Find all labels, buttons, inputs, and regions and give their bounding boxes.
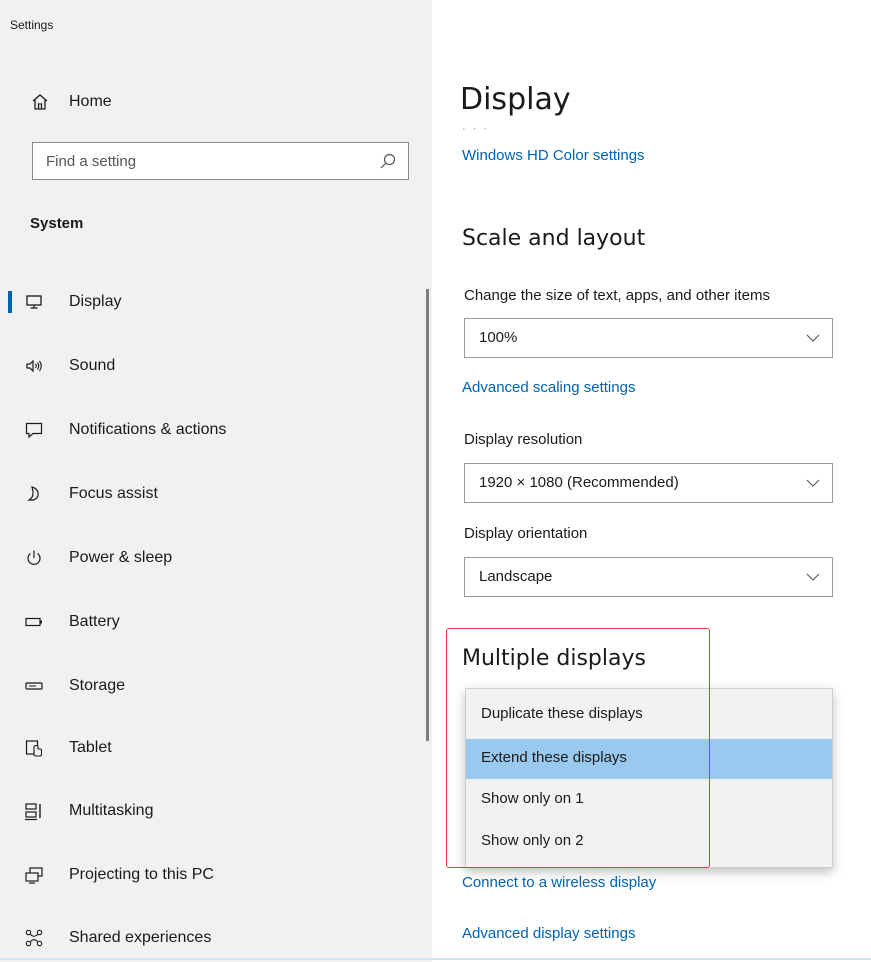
app-title: Settings (10, 18, 54, 32)
speaker-icon (26, 359, 42, 373)
multitasking-icon (25, 803, 41, 821)
home-label: Home (69, 93, 112, 110)
chevron-down-icon (806, 334, 820, 342)
option-duplicate[interactable]: Duplicate these displays (466, 695, 832, 735)
hd-color-settings-link[interactable]: Windows HD Color settings (462, 147, 645, 164)
sidebar-item-label: Notifications & actions (69, 421, 227, 438)
notification-icon (25, 422, 43, 439)
sidebar: Settings Home System Display (0, 0, 432, 962)
sidebar-item-label: Projecting to this PC (69, 866, 214, 883)
clipped-text: · · · (462, 123, 490, 135)
multiple-displays-heading: Multiple displays (462, 646, 646, 671)
chevron-down-icon (806, 479, 820, 487)
advanced-display-link[interactable]: Advanced display settings (462, 925, 635, 942)
sidebar-item-projecting[interactable]: Projecting to this PC (0, 853, 432, 897)
home-nav[interactable]: Home (0, 82, 432, 122)
sidebar-scrollbar[interactable] (426, 289, 429, 741)
sidebar-item-label: Shared experiences (69, 929, 212, 946)
sidebar-item-label: Sound (69, 357, 116, 374)
option-extend[interactable]: Extend these displays (466, 739, 832, 779)
search-box[interactable] (32, 142, 409, 180)
settings-window: Settings Home System Display (0, 0, 871, 962)
search-icon[interactable] (379, 152, 397, 170)
shared-icon (25, 929, 43, 947)
option-show-only-1[interactable]: Show only on 1 (466, 780, 832, 820)
sidebar-item-notifications[interactable]: Notifications & actions (0, 408, 432, 452)
advanced-scaling-link[interactable]: Advanced scaling settings (462, 379, 635, 396)
sidebar-item-multitasking[interactable]: Multitasking (0, 789, 432, 833)
battery-icon (25, 617, 42, 627)
resolution-label: Display resolution (464, 431, 583, 448)
resolution-dropdown[interactable]: 1920 × 1080 (Recommended) (464, 463, 833, 503)
bottom-divider (0, 958, 871, 960)
monitor-icon (26, 295, 42, 309)
option-label: Duplicate these displays (481, 705, 643, 722)
sidebar-item-label: Tablet (69, 739, 112, 756)
sidebar-item-focus-assist[interactable]: Focus assist (0, 472, 432, 516)
selection-indicator (8, 291, 12, 313)
option-label: Extend these displays (481, 749, 627, 766)
sidebar-item-label: Multitasking (69, 802, 154, 819)
search-input[interactable] (33, 143, 363, 179)
scale-value: 100% (479, 329, 518, 346)
scale-dropdown[interactable]: 100% (464, 318, 833, 358)
sidebar-item-sound[interactable]: Sound (0, 344, 432, 388)
sidebar-item-label: Power & sleep (69, 549, 173, 566)
page-title: Display (460, 82, 571, 117)
storage-icon (25, 682, 43, 690)
option-label: Show only on 1 (481, 790, 584, 807)
orientation-label: Display orientation (464, 525, 588, 542)
section-heading: System (30, 215, 84, 232)
resolution-value: 1920 × 1080 (Recommended) (479, 474, 679, 491)
sidebar-item-tablet[interactable]: Tablet (0, 726, 432, 770)
scale-label: Change the size of text, apps, and other… (464, 287, 771, 304)
projecting-icon (25, 867, 43, 884)
sidebar-item-label: Display (69, 293, 122, 310)
orientation-value: Landscape (479, 568, 553, 585)
sidebar-item-power-sleep[interactable]: Power & sleep (0, 536, 432, 580)
chevron-down-icon (806, 573, 820, 581)
orientation-dropdown[interactable]: Landscape (464, 557, 833, 597)
sidebar-item-label: Battery (69, 613, 120, 630)
moon-icon (27, 486, 39, 501)
sidebar-item-shared-experiences[interactable]: Shared experiences (0, 916, 432, 960)
tablet-icon (25, 740, 43, 757)
option-show-only-2[interactable]: Show only on 2 (466, 822, 832, 862)
sidebar-item-battery[interactable]: Battery (0, 600, 432, 644)
scale-layout-heading: Scale and layout (462, 226, 646, 251)
sidebar-item-display[interactable]: Display (0, 280, 432, 324)
power-icon (27, 550, 41, 565)
multiple-displays-options[interactable]: Duplicate these displays Extend these di… (465, 688, 833, 868)
wireless-display-link[interactable]: Connect to a wireless display (462, 874, 656, 891)
option-label: Show only on 2 (481, 832, 584, 849)
sidebar-item-storage[interactable]: Storage (0, 664, 432, 708)
sidebar-item-label: Storage (69, 677, 126, 694)
sidebar-item-label: Focus assist (69, 485, 158, 502)
home-icon (32, 94, 48, 110)
